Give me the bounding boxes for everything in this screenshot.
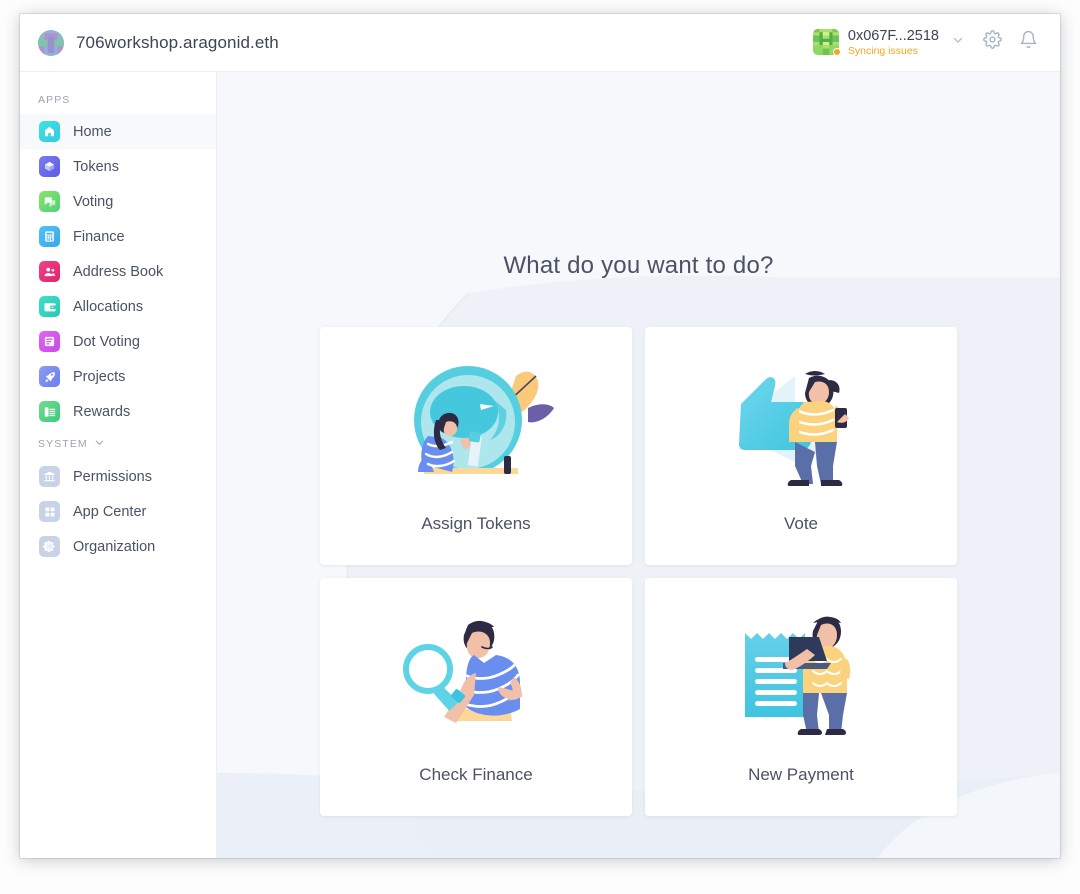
new-payment-illustration <box>701 609 901 739</box>
chevron-down-icon <box>94 437 105 451</box>
sidebar-item-label: Address Book <box>73 263 164 280</box>
sidebar-item-label: Home <box>73 123 112 140</box>
organization-icon <box>39 536 60 557</box>
card-label: New Payment <box>748 765 854 784</box>
sidebar-group-apps-text: APPS <box>38 94 71 106</box>
bell-icon <box>1019 30 1038 54</box>
sidebar-item-tokens[interactable]: Tokens <box>20 149 216 184</box>
sidebar-item-label: Projects <box>73 368 126 385</box>
card-assign-tokens[interactable]: Assign Tokens <box>320 327 632 565</box>
identicon-avatar <box>38 29 64 56</box>
app-header: 706workshop.aragonid.eth 0x067F...2518 S… <box>20 14 1060 72</box>
assign-tokens-illustration <box>376 358 576 488</box>
sidebar-item-label: App Center <box>73 503 147 520</box>
card-new-payment[interactable]: New Payment <box>645 578 957 816</box>
main-inner: What do you want to do? Assign Tokens Vo… <box>217 72 1060 858</box>
home-icon <box>39 121 60 142</box>
chevron-down-icon <box>952 33 964 51</box>
dot-voting-icon <box>39 331 60 352</box>
page-title: What do you want to do? <box>503 252 774 279</box>
sidebar-item-address-book[interactable]: Address Book <box>20 254 216 289</box>
sidebar-item-app-center[interactable]: App Center <box>20 494 216 529</box>
sidebar-item-label: Rewards <box>73 403 131 420</box>
address-book-icon <box>39 261 60 282</box>
sidebar-item-label: Organization <box>73 538 156 555</box>
vote-illustration <box>701 358 901 488</box>
voting-icon <box>39 191 60 212</box>
app-body: APPS Home Tokens Voting Finance Address … <box>20 72 1060 858</box>
action-cards-grid: Assign Tokens Vote Check Finance New Pay… <box>320 327 957 816</box>
sidebar-item-label: Finance <box>73 228 125 245</box>
sidebar-group-label-apps: APPS <box>20 86 216 114</box>
account-sync-status: Syncing issues <box>847 45 918 58</box>
sidebar-item-label: Permissions <box>73 468 152 485</box>
sidebar-item-projects[interactable]: Projects <box>20 359 216 394</box>
allocations-icon <box>39 296 60 317</box>
organization-identity[interactable]: 706workshop.aragonid.eth <box>38 29 279 56</box>
card-label: Vote <box>783 514 819 533</box>
sidebar-item-organization[interactable]: Organization <box>20 529 216 564</box>
account-info: 0x067F...2518 Syncing issues <box>848 28 939 58</box>
sidebar-item-label: Dot Voting <box>73 333 140 350</box>
sidebar-item-label: Allocations <box>73 298 144 315</box>
settings-button[interactable] <box>976 26 1008 58</box>
projects-icon <box>39 366 60 387</box>
sidebar-item-allocations[interactable]: Allocations <box>20 289 216 324</box>
main-content: What do you want to do? Assign Tokens Vo… <box>217 72 1060 858</box>
sidebar: APPS Home Tokens Voting Finance Address … <box>20 72 217 858</box>
sidebar-item-permissions[interactable]: Permissions <box>20 459 216 494</box>
gear-icon <box>982 30 1002 54</box>
permissions-icon <box>39 466 60 487</box>
sidebar-group-system-text: SYSTEM <box>38 438 88 450</box>
sidebar-item-voting[interactable]: Voting <box>20 184 216 219</box>
rewards-icon <box>39 401 60 422</box>
sidebar-item-finance[interactable]: Finance <box>20 219 216 254</box>
tokens-icon <box>39 156 60 177</box>
card-vote[interactable]: Vote <box>645 327 957 565</box>
blockie-avatar <box>812 29 841 57</box>
check-finance-illustration <box>376 609 576 739</box>
card-label: Check Finance <box>419 765 533 784</box>
account-address: 0x067F...2518 <box>847 27 939 44</box>
notifications-button[interactable] <box>1012 26 1044 58</box>
card-label: Assign Tokens <box>421 514 531 533</box>
sidebar-item-label: Tokens <box>73 158 119 175</box>
finance-icon <box>39 226 60 247</box>
organization-name: 706workshop.aragonid.eth <box>76 32 279 52</box>
sidebar-item-rewards[interactable]: Rewards <box>20 394 216 429</box>
app-center-icon <box>39 501 60 522</box>
sync-status-dot <box>832 48 841 57</box>
sidebar-item-dot-voting[interactable]: Dot Voting <box>20 324 216 359</box>
card-check-finance[interactable]: Check Finance <box>320 578 632 816</box>
sidebar-group-label-system[interactable]: SYSTEM <box>20 429 216 459</box>
header-actions: 0x067F...2518 Syncing issues <box>807 23 1044 63</box>
app-window: 706workshop.aragonid.eth 0x067F...2518 S… <box>20 14 1060 858</box>
sidebar-item-label: Voting <box>73 193 114 210</box>
sidebar-item-home[interactable]: Home <box>20 114 216 149</box>
account-button[interactable]: 0x067F...2518 Syncing issues <box>807 23 972 63</box>
